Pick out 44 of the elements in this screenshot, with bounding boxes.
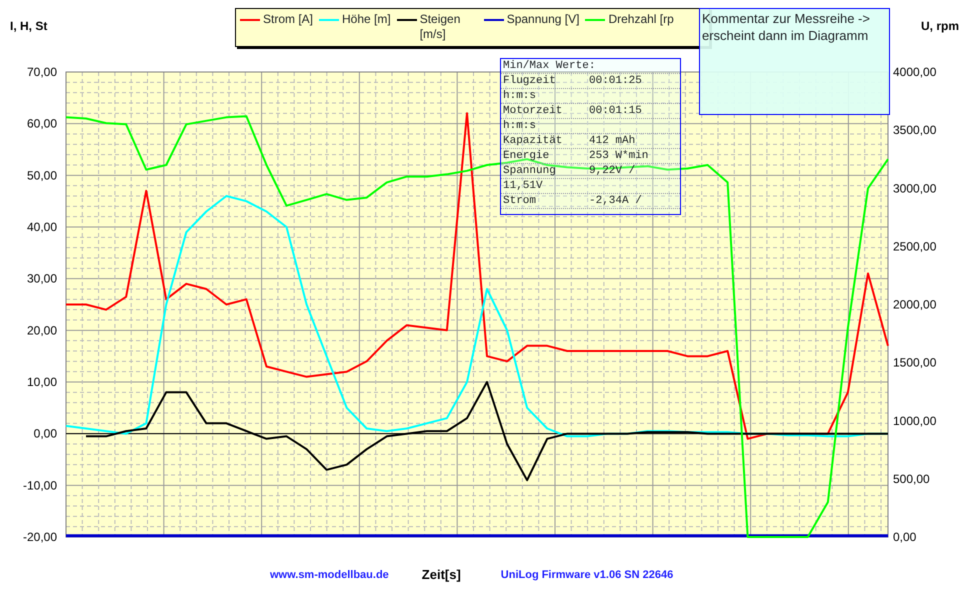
legend-label: Spannung [V] xyxy=(506,12,580,27)
y-axis-label: 50,00 xyxy=(26,168,57,182)
y-axis-label: 3500,00 xyxy=(893,123,936,138)
y-axis-label: 1500,00 xyxy=(893,356,936,370)
info-label: h:m:s xyxy=(503,119,538,133)
y-axis-label: -20,00 xyxy=(22,530,57,544)
y-axis-label: 10,00 xyxy=(26,375,57,389)
info-value: 00:01:25 xyxy=(589,74,642,88)
info-value: 253 W*min xyxy=(589,149,648,163)
legend-label: Strom [A] xyxy=(263,12,314,27)
info-label: Strom xyxy=(503,194,538,208)
info-value: 412 mAh xyxy=(589,134,636,148)
y-axis-label: 1000,00 xyxy=(893,414,936,428)
legend-label: Drehzahl [rp xyxy=(608,12,674,27)
x-axis-title: Zeit[s] xyxy=(422,566,461,584)
info-label: Motorzeit xyxy=(503,104,564,118)
info-label: h:m:s xyxy=(503,89,538,103)
y-axis-label: 70,00 xyxy=(26,65,57,79)
y-axis-label: 40,00 xyxy=(26,220,57,234)
firmware-label: UniLog Firmware v1.06 SN 22646 xyxy=(500,568,674,583)
axis-title: I, H, St xyxy=(10,19,48,33)
website-link[interactable]: www.sm-modellbau.de xyxy=(270,566,389,584)
info-label: Energie xyxy=(503,149,550,163)
info-label: Kapazität xyxy=(503,134,564,148)
info-label: 11,51V xyxy=(503,179,544,193)
y-axis-label: 0,00 xyxy=(34,426,57,441)
y-axis-label: -10,00 xyxy=(22,478,57,492)
info-label: Flugzeit xyxy=(503,74,557,88)
legend-label: Höhe [m] xyxy=(342,12,391,27)
y-axis-label: 3000,00 xyxy=(893,181,936,196)
y-axis-label: 20,00 xyxy=(26,323,57,338)
info-value: 00:01:15 xyxy=(589,104,642,118)
comment-box: Kommentar zur Messreihe -> erscheint dann im Diagramm xyxy=(699,8,890,115)
y-axis-label: 4000,00 xyxy=(893,65,936,79)
info-label: Spannung xyxy=(503,164,557,178)
y-axis-label: 2500,00 xyxy=(893,239,936,254)
axis-title: U, rpm xyxy=(921,19,960,33)
y-axis-label: 500,00 xyxy=(893,472,930,486)
y-axis-label: 60,00 xyxy=(26,116,57,131)
legend-label: Steigen [m/s] xyxy=(420,12,462,42)
y-axis-label: 30,00 xyxy=(26,272,57,286)
y-axis-label: 2000,00 xyxy=(893,298,936,312)
info-value: -2,34A / xyxy=(589,194,642,208)
y-axis-label: 0,00 xyxy=(893,530,916,544)
